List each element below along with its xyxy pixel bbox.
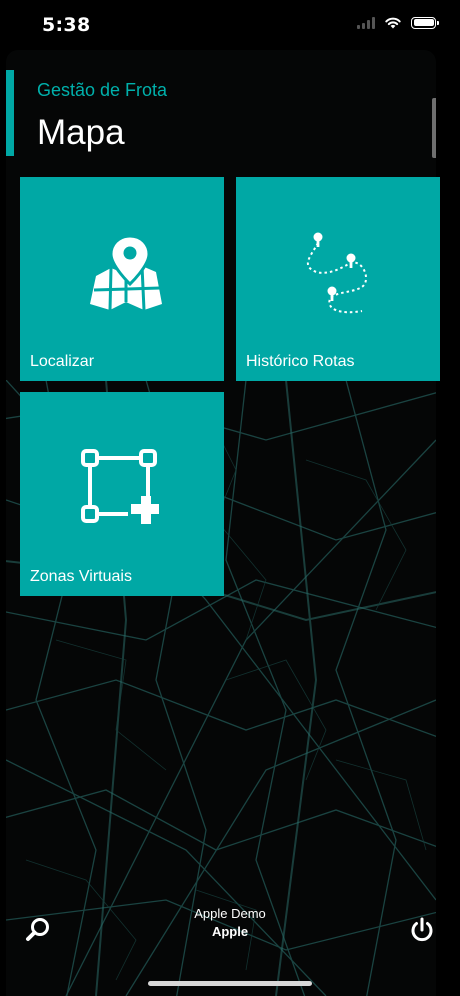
tile-historico-rotas[interactable]: Histórico Rotas — [236, 177, 440, 381]
tile-label: Localizar — [30, 353, 95, 370]
virtual-zone-icon — [81, 449, 159, 524]
cellular-signal-icon — [357, 16, 375, 29]
scroll-indicator[interactable] — [432, 98, 436, 158]
header-accent-bar — [6, 70, 14, 156]
status-icons — [357, 16, 439, 29]
tile-localizar[interactable]: Localizar — [20, 177, 224, 381]
home-indicator[interactable] — [148, 981, 312, 986]
tile-label: Zonas Virtuais — [30, 568, 132, 585]
wifi-icon — [385, 17, 401, 29]
user-info: Apple Demo Apple — [0, 905, 460, 941]
user-company: Apple — [211, 924, 249, 939]
tile-zonas-virtuais[interactable]: Zonas Virtuais — [20, 392, 224, 596]
app-subtitle: Gestão de Frota — [37, 80, 168, 100]
route-history-icon — [306, 232, 368, 314]
user-display-name: Apple Demo — [194, 906, 266, 921]
status-time: 5:38 — [42, 14, 91, 36]
battery-icon — [411, 16, 439, 29]
map-pin-icon — [90, 234, 162, 311]
tile-label: Histórico Rotas — [246, 353, 355, 370]
page-title: Mapa — [37, 113, 125, 152]
status-bar: 5:38 — [0, 0, 460, 50]
power-icon[interactable] — [408, 916, 436, 944]
